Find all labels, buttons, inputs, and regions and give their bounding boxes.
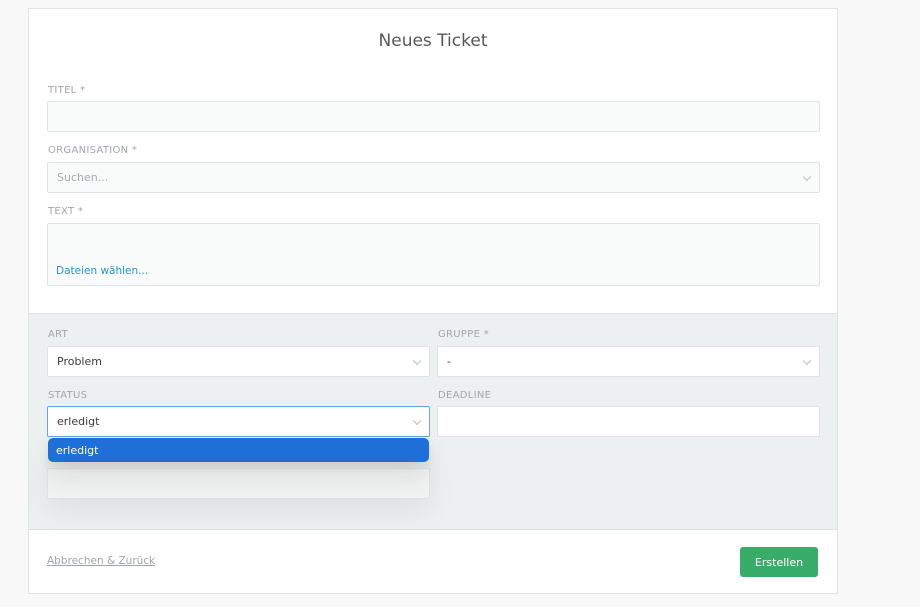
art-select[interactable]: Problem — [47, 346, 430, 377]
cancel-link[interactable]: Abbrechen & Zurück — [47, 555, 155, 567]
deadline-label: DEADLINE — [438, 390, 492, 401]
create-button[interactable]: Erstellen — [740, 547, 818, 577]
ticket-attributes-panel: ART Problem GRUPPE * - STATUS erledigt D… — [29, 313, 837, 530]
status-select[interactable]: erledigt — [47, 406, 430, 437]
organisation-placeholder: Suchen... — [57, 171, 109, 184]
art-label: ART — [48, 329, 69, 340]
status-dropdown[interactable]: erledigt — [48, 438, 429, 462]
text-editor[interactable]: Dateien wählen... — [47, 223, 820, 286]
status-value: erledigt — [57, 415, 100, 428]
status-label: STATUS — [48, 390, 88, 401]
status-option-erledigt[interactable]: erledigt — [56, 438, 98, 462]
gruppe-value: - — [447, 355, 451, 368]
chevron-down-icon — [802, 356, 812, 365]
deadline-input[interactable] — [437, 406, 820, 437]
art-value: Problem — [57, 355, 102, 368]
obscured-field[interactable] — [47, 468, 430, 499]
gruppe-select[interactable]: - — [437, 346, 820, 377]
new-ticket-card: Neues Ticket TITEL * ORGANISATION * Such… — [28, 8, 838, 594]
chevron-down-icon — [412, 416, 422, 425]
organisation-select[interactable]: Suchen... — [47, 162, 820, 193]
title-label: TITEL * — [48, 85, 86, 96]
chevron-down-icon — [412, 356, 422, 365]
choose-files-link[interactable]: Dateien wählen... — [56, 265, 148, 277]
chevron-down-icon — [802, 172, 812, 181]
gruppe-label: GRUPPE * — [438, 329, 489, 340]
organisation-label: ORGANISATION * — [48, 145, 138, 156]
page-title: Neues Ticket — [378, 31, 488, 51]
title-input[interactable] — [47, 101, 820, 132]
text-label: TEXT * — [48, 206, 84, 217]
